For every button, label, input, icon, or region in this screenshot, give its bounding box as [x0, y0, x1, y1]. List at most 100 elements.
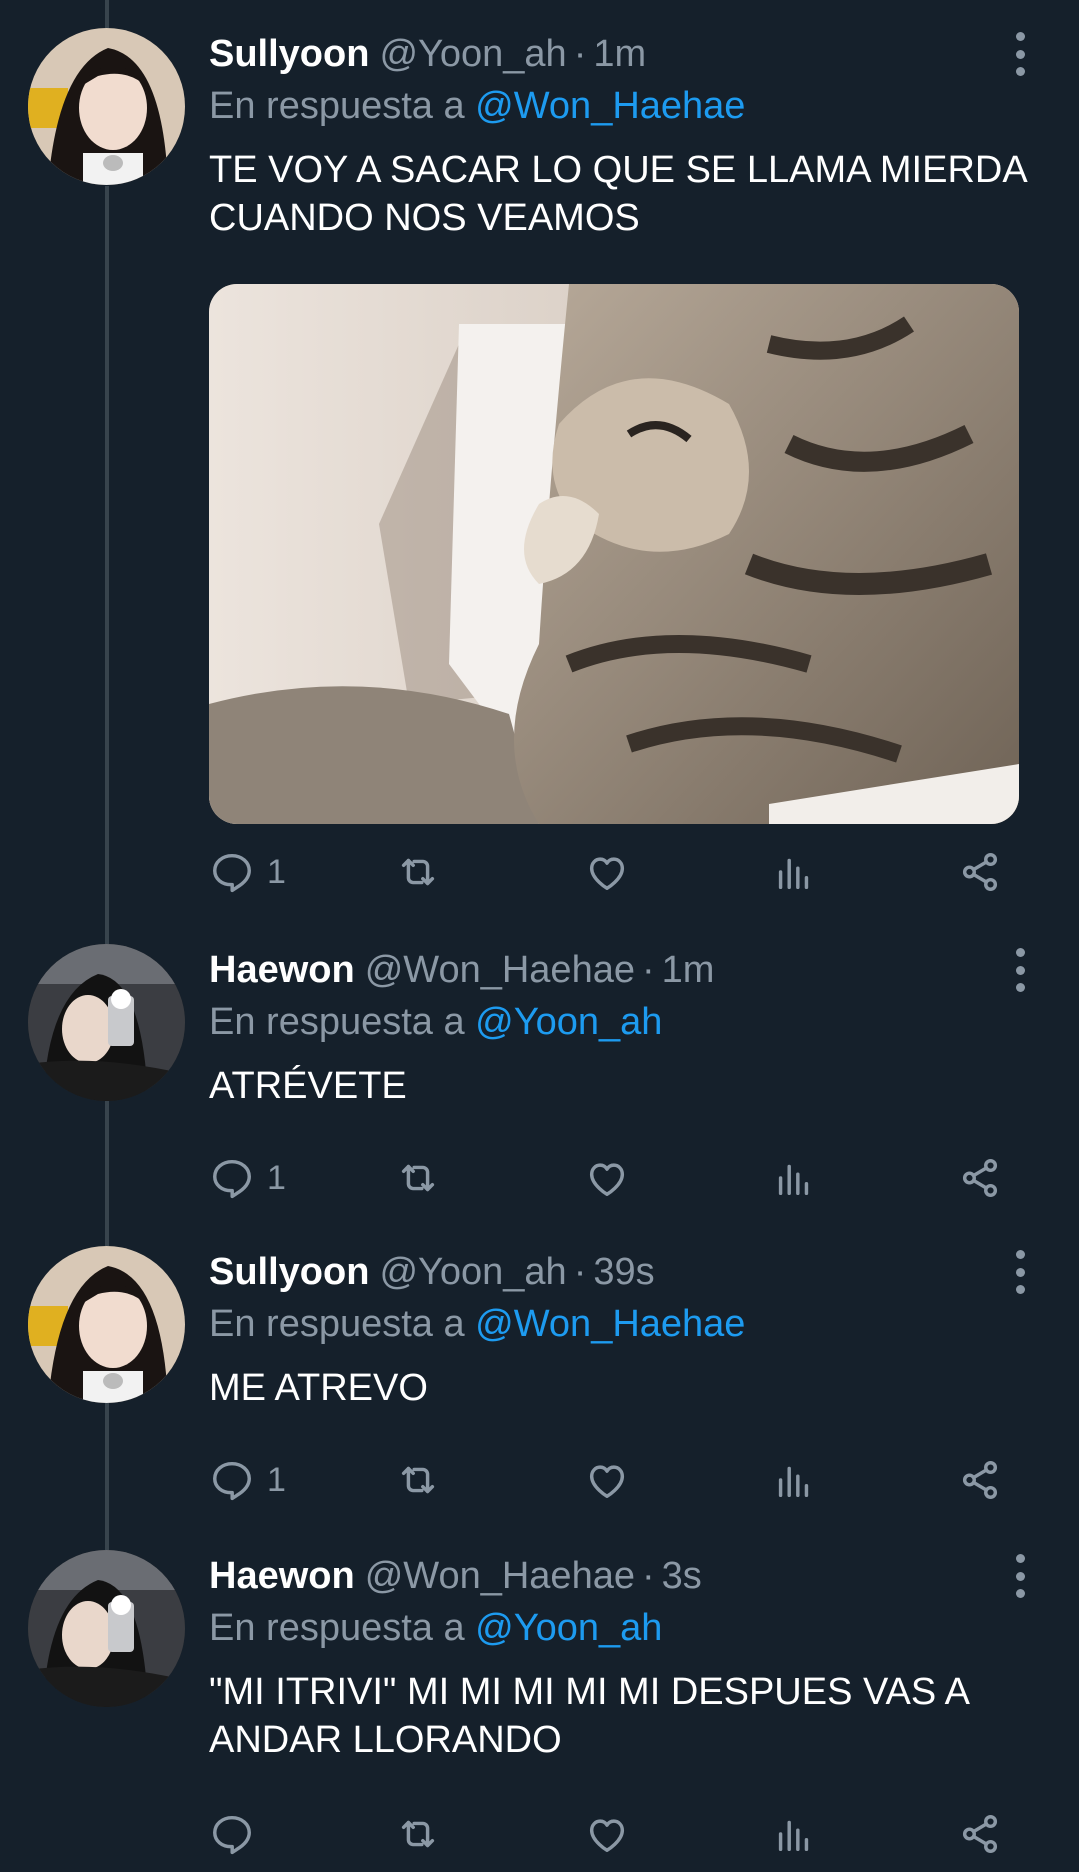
reply-mention-link[interactable]: @Yoon_ah [475, 1001, 662, 1043]
views-icon [771, 849, 817, 895]
views-icon [771, 1457, 817, 1503]
reply-mention-link[interactable]: @Won_Haehae [475, 85, 745, 127]
retweet-button[interactable] [395, 1450, 441, 1510]
separator-dot: · [573, 1251, 587, 1293]
reply-count: 1 [267, 852, 286, 891]
reply-context: En respuesta a @Yoon_ah [209, 996, 1079, 1048]
tweet-body: Sullyoon @Yoon_ah · 39s En respuesta a @… [209, 1246, 1079, 1510]
reply-count: 1 [267, 1460, 286, 1499]
views-button[interactable] [771, 1148, 817, 1208]
reply-icon [209, 849, 255, 895]
views-icon [771, 1155, 817, 1201]
like-icon [584, 849, 630, 895]
share-icon [957, 849, 1003, 895]
reply-prefix: En respuesta a [209, 1607, 465, 1649]
display-name[interactable]: Haewon [209, 1550, 355, 1602]
reply-button[interactable]: 1 [209, 1148, 286, 1208]
user-handle[interactable]: @Won_Haehae [365, 944, 635, 996]
user-handle[interactable]: @Yoon_ah [379, 1246, 566, 1298]
reply-icon [209, 1811, 255, 1857]
timestamp[interactable]: 39s [593, 1246, 654, 1298]
reply-count: 1 [267, 1158, 286, 1197]
tweet-text: ATRÉVETE [209, 1065, 407, 1107]
user-handle[interactable]: @Yoon_ah [379, 28, 566, 80]
views-icon [771, 1811, 817, 1857]
reply-context: En respuesta a @Won_Haehae [209, 1298, 1079, 1350]
display-name[interactable]: Sullyoon [209, 28, 369, 80]
tweet-header: Sullyoon @Yoon_ah · 39s [209, 1246, 1079, 1298]
avatar[interactable] [28, 944, 185, 1101]
reply-context: En respuesta a @Won_Haehae [209, 80, 1079, 132]
like-button[interactable] [584, 842, 630, 902]
like-button[interactable] [584, 1148, 630, 1208]
reply-context: En respuesta a @Yoon_ah [209, 1602, 1079, 1654]
share-button[interactable] [957, 1450, 1003, 1510]
tweet-actions: 1 [209, 1148, 1079, 1208]
retweet-button[interactable] [395, 842, 441, 902]
display-name[interactable]: Sullyoon [209, 1246, 369, 1298]
avatar[interactable] [28, 1550, 185, 1707]
timestamp[interactable]: 3s [662, 1550, 702, 1602]
tweet-body: Haewon @Won_Haehae · 3s En respuesta a @… [209, 1550, 1079, 1864]
reply-button[interactable]: 1 [209, 1450, 286, 1510]
display-name[interactable]: Haewon [209, 944, 355, 996]
like-button[interactable] [584, 1450, 630, 1510]
more-icon[interactable] [1007, 948, 1033, 992]
tweet-body: Haewon @Won_Haehae · 1m En respuesta a @… [209, 944, 1079, 1208]
timestamp[interactable]: 1m [662, 944, 715, 996]
share-button[interactable] [957, 1804, 1003, 1864]
user-handle[interactable]: @Won_Haehae [365, 1550, 635, 1602]
conversation-thread: Sullyoon @Yoon_ah · 1m En respuesta a @W… [0, 0, 1079, 1872]
retweet-icon [395, 1811, 441, 1857]
separator-dot: · [573, 33, 587, 75]
tweet-text: ME ATREVO [209, 1367, 428, 1409]
avatar[interactable] [28, 28, 185, 185]
retweet-button[interactable] [395, 1148, 441, 1208]
tweet-text: "MI ITRIVI" MI MI MI MI MI DESPUES VAS A… [209, 1671, 968, 1761]
like-icon [584, 1457, 630, 1503]
share-button[interactable] [957, 1148, 1003, 1208]
reply-icon [209, 1155, 255, 1201]
thread-connector [105, 1400, 109, 1550]
share-icon [957, 1155, 1003, 1201]
more-icon[interactable] [1007, 32, 1033, 76]
retweet-button[interactable] [395, 1804, 441, 1864]
tweet-media-image[interactable] [209, 284, 1019, 824]
retweet-icon [395, 1457, 441, 1503]
like-button[interactable] [584, 1804, 630, 1864]
views-button[interactable] [771, 842, 817, 902]
share-icon [957, 1811, 1003, 1857]
more-icon[interactable] [1007, 1554, 1033, 1598]
tweet-header: Haewon @Won_Haehae · 3s [209, 1550, 1079, 1602]
tweet-actions: 1 [209, 1450, 1079, 1510]
timestamp[interactable]: 1m [593, 28, 646, 80]
reply-icon [209, 1457, 255, 1503]
reply-prefix: En respuesta a [209, 1303, 465, 1345]
tweet-header: Sullyoon @Yoon_ah · 1m [209, 28, 1079, 80]
reply-button[interactable]: 1 [209, 842, 286, 902]
thread-connector [105, 1096, 109, 1246]
tweet-body: Sullyoon @Yoon_ah · 1m En respuesta a @W… [209, 28, 1079, 902]
tweet-actions [209, 1804, 1079, 1864]
more-icon[interactable] [1007, 1250, 1033, 1294]
reply-prefix: En respuesta a [209, 85, 465, 127]
views-button[interactable] [771, 1804, 817, 1864]
retweet-icon [395, 849, 441, 895]
tweet-header: Haewon @Won_Haehae · 1m [209, 944, 1079, 996]
tweet-actions: 1 [209, 842, 1079, 902]
reply-mention-link[interactable]: @Yoon_ah [475, 1607, 662, 1649]
thread-connector [105, 0, 109, 30]
share-button[interactable] [957, 842, 1003, 902]
thread-connector [105, 186, 109, 946]
reply-mention-link[interactable]: @Won_Haehae [475, 1303, 745, 1345]
separator-dot: · [641, 949, 655, 991]
avatar[interactable] [28, 1246, 185, 1403]
reply-button[interactable] [209, 1804, 267, 1864]
separator-dot: · [641, 1555, 655, 1597]
like-icon [584, 1811, 630, 1857]
reply-prefix: En respuesta a [209, 1001, 465, 1043]
views-button[interactable] [771, 1450, 817, 1510]
share-icon [957, 1457, 1003, 1503]
retweet-icon [395, 1155, 441, 1201]
like-icon [584, 1155, 630, 1201]
